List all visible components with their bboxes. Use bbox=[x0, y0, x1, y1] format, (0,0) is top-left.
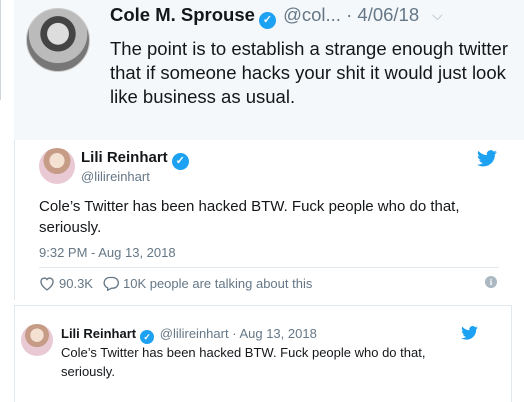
left-gutter bbox=[0, 0, 14, 402]
author-name[interactable]: Lili Reinhart bbox=[81, 149, 168, 166]
avatar[interactable] bbox=[39, 148, 75, 184]
tweet-actions: 90.3K 10K people are talking about this bbox=[39, 276, 312, 291]
verified-badge-icon: ✓ bbox=[171, 153, 189, 170]
comment-icon[interactable] bbox=[103, 276, 119, 291]
avatar[interactable] bbox=[21, 324, 53, 356]
chevron-down-icon[interactable]: ⌵ bbox=[432, 7, 443, 24]
author-name[interactable]: Cole M. Sprouse bbox=[110, 4, 255, 25]
tweet-header: Cole M. Sprouse ✓ @col... · 4/06/18 bbox=[110, 4, 419, 29]
tweet-cole[interactable]: Cole M. Sprouse ✓ @col... · 4/06/18 ⌵ The… bbox=[14, 0, 524, 140]
tweet-header: Lili Reinhart ✓ @lilireinhart · Aug 13, 2… bbox=[61, 326, 317, 344]
author-handle[interactable]: @lilireinhart bbox=[81, 169, 150, 184]
divider bbox=[39, 267, 499, 268]
tweet-text: The point is to establish a strange enou… bbox=[110, 38, 508, 107]
author-handle[interactable]: @lilireinhart bbox=[160, 326, 229, 341]
like-count[interactable]: 90.3K bbox=[59, 276, 93, 291]
verified-badge-icon: ✓ bbox=[140, 330, 155, 344]
tweet-date[interactable]: 4/06/18 bbox=[357, 4, 419, 25]
twitter-bird-icon[interactable] bbox=[461, 326, 478, 340]
author-name[interactable]: Lili Reinhart bbox=[61, 326, 136, 341]
tweet-timestamp[interactable]: 9:32 PM - Aug 13, 2018 bbox=[39, 245, 176, 260]
embedded-tweet-lili[interactable]: Lili Reinhart ✓ @lilireinhart Cole’s Twit… bbox=[14, 140, 512, 300]
tweet-text: Cole’s Twitter has been hacked BTW. Fuck… bbox=[39, 198, 460, 236]
author-handle[interactable]: @col... bbox=[283, 4, 341, 25]
verified-badge-icon: ✓ bbox=[258, 12, 276, 29]
info-icon[interactable]: i bbox=[485, 276, 497, 288]
separator: · bbox=[232, 326, 237, 341]
avatar[interactable] bbox=[26, 8, 90, 72]
talking-count[interactable]: 10K people are talking about this bbox=[123, 276, 312, 291]
tweet-date[interactable]: Aug 13, 2018 bbox=[239, 326, 316, 341]
quote-tweet-card[interactable]: Lili Reinhart ✓ @lilireinhart · Aug 13, 2… bbox=[14, 305, 512, 402]
heart-icon[interactable] bbox=[39, 276, 55, 291]
author-name-row[interactable]: Lili Reinhart ✓ bbox=[81, 149, 191, 170]
tweet-text: Cole’s Twitter has been hacked BTW. Fuck… bbox=[61, 345, 426, 379]
separator: · bbox=[346, 4, 353, 25]
twitter-bird-icon[interactable] bbox=[477, 150, 497, 167]
